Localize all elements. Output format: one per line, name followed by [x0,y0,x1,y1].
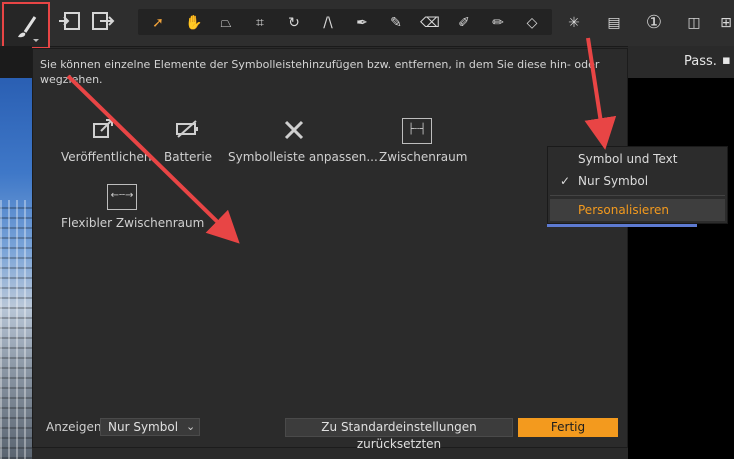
hand-icon[interactable]: ✋ [180,13,208,33]
layout-icon[interactable]: ▤ [600,13,628,33]
mask-eraser-icon[interactable]: ◇ [518,13,546,33]
done-button[interactable]: Fertig [518,418,618,437]
chevron-down-icon[interactable]: ⌄ [186,418,195,436]
brush-icon [18,16,39,42]
item-label-publish: Veröffentlichen [61,150,152,164]
menu-item-personalize[interactable]: Personalisieren [578,203,669,217]
show-mode-select[interactable]: Nur Symbol [100,418,200,436]
battery-icon[interactable] [170,118,204,148]
check-icon: ✓ [560,174,571,188]
menu-item-icon-and-text[interactable]: Symbol und Text [578,152,677,166]
eraser-icon[interactable]: ⌫ [416,13,444,33]
select-cursor-icon[interactable]: ➚ [144,13,172,33]
brush-tool-button[interactable] [2,2,50,49]
lock-icon[interactable]: ▪ [722,53,731,68]
item-label-battery: Batterie [164,150,213,164]
dialog-description: Sie können einzelne Elemente der Symboll… [40,58,600,86]
auto-adjust-icon[interactable]: ✳ [560,13,588,33]
pen-icon[interactable]: ✒ [348,13,376,33]
export-icon[interactable] [90,11,116,33]
customize-toolbar-dialog [32,48,628,448]
straighten-icon[interactable]: /\ [314,13,342,33]
brush-mask-icon[interactable]: ✎ [382,13,410,33]
right-panel [628,78,734,459]
menu-accent-bar [547,224,697,227]
pass-label: Pass. [684,54,717,69]
info-circle-icon[interactable]: ① [640,13,668,33]
menu-item-icon-only[interactable]: Nur Symbol [578,174,648,188]
import-icon[interactable] [56,11,82,33]
photo-top-area [0,46,32,78]
grid-view-icon[interactable]: ⊞ [712,13,734,33]
rotate-icon[interactable]: ↻ [280,13,308,33]
item-label-space: Zwischenraum [379,150,468,164]
space-icon[interactable]: ├┄┤ [402,118,432,144]
picker-icon[interactable]: ✐ [450,13,478,33]
building-facade [0,200,32,459]
crop-icon[interactable]: ⌗ [246,13,274,33]
publish-icon[interactable] [86,118,120,148]
show-mode-value: Nur Symbol [108,420,179,434]
item-label-flexible-space: Flexibler Zwischenraum [61,216,205,230]
gradient-icon[interactable]: ✏ [484,13,512,33]
customize-toolbar-icon[interactable] [277,118,311,148]
keystone-icon[interactable]: ⏢ [212,13,240,33]
menu-separator [550,195,725,196]
reset-defaults-button[interactable]: Zu Standardeinstellungen zurücksetzten [285,418,513,451]
show-label: Anzeigen [46,420,102,434]
right-panel-header [628,46,734,79]
flexible-space-icon[interactable]: ←┄→ [107,184,137,210]
item-label-customize: Symbolleiste anpassen... [228,150,378,164]
compare-icon[interactable]: ◫ [680,13,708,33]
